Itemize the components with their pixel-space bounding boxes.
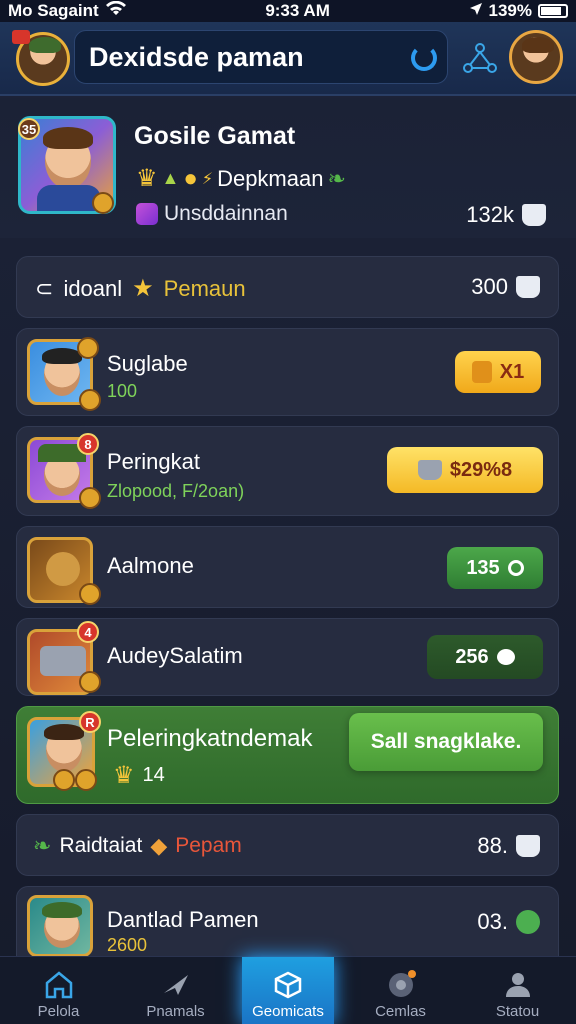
leaf-icon: ❧	[327, 165, 346, 191]
list-item[interactable]: Aalmone 135	[16, 526, 559, 608]
refresh-icon[interactable]	[411, 45, 437, 71]
buy-button[interactable]: $29%8	[387, 447, 543, 493]
alert-badge: R	[79, 711, 101, 733]
crown-icon: ♛	[113, 762, 135, 789]
last-value-group: 03.	[477, 909, 540, 935]
developer-label: Depkmaan	[217, 165, 324, 191]
gem-icon	[136, 203, 158, 225]
arrow-up-icon: ▲	[161, 168, 180, 188]
trophy-icon	[516, 276, 540, 298]
trophy-icon	[516, 835, 540, 857]
medal-icon	[53, 769, 75, 791]
coin-icon: ●	[183, 164, 198, 192]
game-coin-icon	[92, 192, 114, 214]
box-icon	[274, 971, 302, 999]
camera-icon	[388, 970, 416, 997]
highlighted-item[interactable]: R Peleringkatndemak ♛ 14 Sall snagklake.	[16, 706, 559, 804]
medal-icon	[79, 583, 101, 605]
publisher-label: Unsddainnan	[164, 202, 288, 225]
home-icon	[45, 971, 72, 999]
item-name: Dantlad Pamen	[107, 907, 259, 932]
item-thumbnail	[27, 895, 93, 957]
medal-icon	[79, 487, 101, 509]
reward-value: 88.	[477, 833, 508, 858]
download-count-value: 132k	[466, 202, 514, 227]
plane-icon	[163, 975, 188, 995]
reward-highlight: Pepam	[175, 834, 242, 857]
shield-icon	[471, 361, 492, 383]
reward-bar[interactable]: ❧ Raidtaiat ◆ Pepam 88.	[16, 814, 559, 876]
notification-badge	[12, 30, 30, 44]
nav-games[interactable]: Pnamals	[117, 957, 234, 1024]
list-item[interactable]: 4 AudeySalatim 256	[16, 618, 559, 696]
nav-profile[interactable]: Statou	[459, 957, 576, 1024]
item-name: Aalmone	[107, 553, 194, 578]
clock: 9:33 AM	[265, 1, 330, 20]
page-title-box: Dexidsde paman	[74, 30, 448, 84]
value-button[interactable]: 135	[447, 547, 543, 589]
last-value: 03.	[477, 909, 508, 934]
fire-icon: ◆	[150, 833, 168, 858]
crown-icon: ♛	[136, 165, 158, 192]
ranking-value-group: 300	[471, 274, 540, 300]
list-item[interactable]: 8 Peringkat Zlopood, F/2oan) $29%8	[16, 426, 559, 516]
item-name: Suglabe	[107, 351, 188, 376]
carrier-label: Mo Sagaint	[8, 1, 99, 20]
list-item[interactable]: Dantlad Pamen 2600 03.	[16, 886, 559, 957]
alert-badge: 8	[77, 433, 99, 455]
value-button[interactable]: 256	[427, 635, 543, 679]
highlight-count: 14	[142, 764, 165, 786]
reward-value-group: 88.	[477, 833, 540, 859]
item-name: Peringkat	[107, 449, 200, 474]
page-title: Dexidsde paman	[89, 41, 304, 72]
chat-icon	[496, 649, 515, 665]
star-icon: ★	[132, 275, 154, 302]
nav-camera[interactable]: Cemlas	[342, 957, 459, 1024]
coin-badge-icon	[77, 337, 99, 359]
item-sub: 100	[107, 381, 138, 401]
battery-percent: 139%	[488, 1, 532, 20]
location-icon	[469, 1, 483, 21]
game-badge: 35	[18, 118, 40, 140]
ranking-value: 300	[471, 274, 508, 299]
alert-badge: 4	[77, 621, 99, 643]
ranking-label: idoanl	[63, 275, 123, 301]
check-icon	[516, 910, 540, 934]
medal-icon	[79, 671, 101, 693]
app-header: Dexidsde paman	[0, 22, 576, 96]
battery-icon	[538, 4, 568, 18]
highlight-count-group: ♛ 14	[113, 761, 165, 790]
item-sub: 2600	[107, 935, 148, 955]
list-item[interactable]: Suglabe 100 X1	[16, 328, 559, 416]
refresh-small-icon	[507, 560, 524, 576]
sell-button[interactable]: Sall snagklake.	[349, 713, 543, 771]
ranking-highlight: Pemaun	[163, 275, 246, 301]
bolt-icon: ⚡	[201, 170, 214, 188]
rating-row: ♛ ▲ ● ⚡ Depkmaan ❧	[136, 164, 346, 193]
nav-rewards[interactable]: Geomicats	[242, 957, 334, 1024]
reward-label: Raidtaiat	[59, 834, 143, 857]
network-icon[interactable]	[462, 42, 498, 76]
game-info-card: 35 Gosile Gamat ♛ ▲ ● ⚡ Depkmaan ❧ Unsdd…	[0, 98, 576, 238]
status-bar: Mo Sagaint 9:33 AM 139%	[0, 0, 576, 22]
user-icon	[505, 973, 530, 997]
link-icon: ⊂	[35, 275, 54, 301]
medal-icon	[79, 389, 101, 411]
leaf-icon: ❧	[33, 833, 52, 858]
profile-avatar[interactable]	[509, 30, 563, 84]
highlight-name: Peleringkatndemak	[107, 725, 313, 752]
publisher-row: Unsddainnan	[136, 202, 288, 226]
bottom-nav: Pelola Pnamals Geomicats Cemlas Statou	[0, 956, 576, 1024]
game-title: Gosile Gamat	[134, 122, 296, 150]
item-name: AudeySalatim	[107, 643, 243, 668]
basket-icon	[417, 460, 442, 480]
nav-home[interactable]: Pelola	[0, 957, 117, 1024]
download-count: 132k	[466, 202, 546, 228]
boost-button[interactable]: X1	[455, 351, 541, 393]
trophy-icon	[522, 204, 546, 226]
ranking-bar[interactable]: ⊂ idoanl ★ Pemaun 300	[16, 256, 559, 318]
item-sub: Zlopood, F/2oan)	[107, 481, 245, 501]
wifi-icon	[105, 0, 127, 22]
medal-icon	[75, 769, 97, 791]
